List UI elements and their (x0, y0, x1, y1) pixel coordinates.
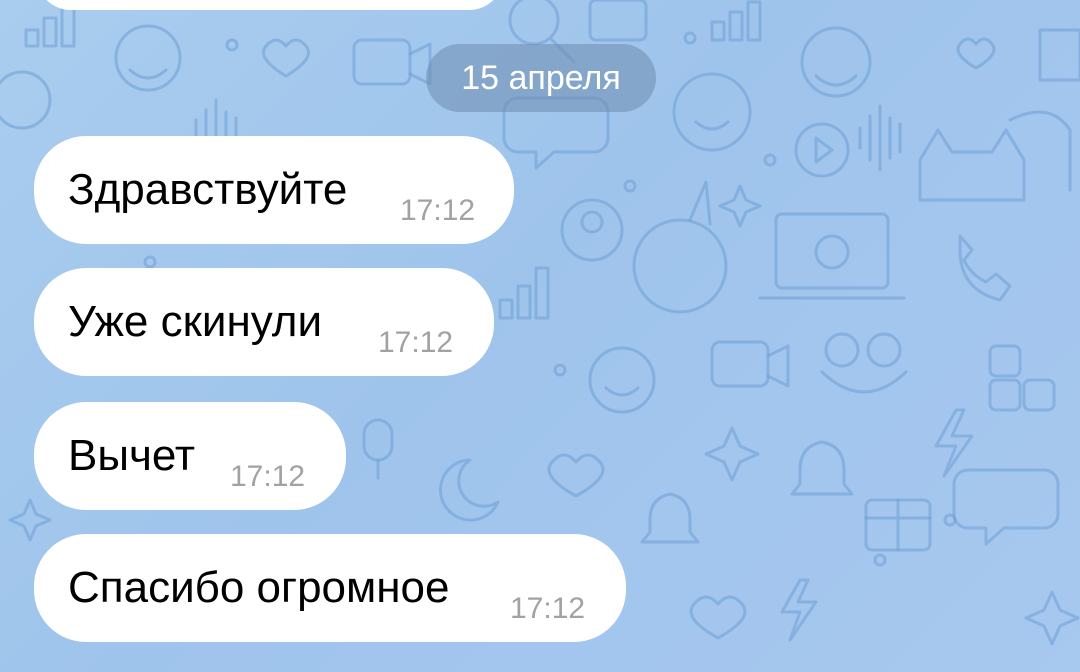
previous-message-bubble[interactable] (36, 0, 504, 10)
message-text: Спасибо огромное (68, 563, 450, 612)
message-bubble[interactable]: Вычет 17:12 (34, 402, 346, 510)
date-separator: 15 апреля (426, 44, 656, 112)
message-text: Уже скинули (68, 297, 323, 346)
message-bubble[interactable]: Здравствуйте 17:12 (34, 136, 514, 244)
message-text: Вычет (68, 431, 196, 480)
message-bubble[interactable]: Уже скинули 17:12 (34, 268, 494, 376)
message-time: 17:12 (400, 194, 476, 227)
message-bubble[interactable]: Спасибо огромное 17:12 (34, 534, 626, 642)
message-text: Здравствуйте (68, 165, 348, 214)
message-time: 17:12 (510, 592, 586, 625)
message-time: 17:12 (230, 460, 306, 493)
message-time: 17:12 (378, 326, 454, 359)
